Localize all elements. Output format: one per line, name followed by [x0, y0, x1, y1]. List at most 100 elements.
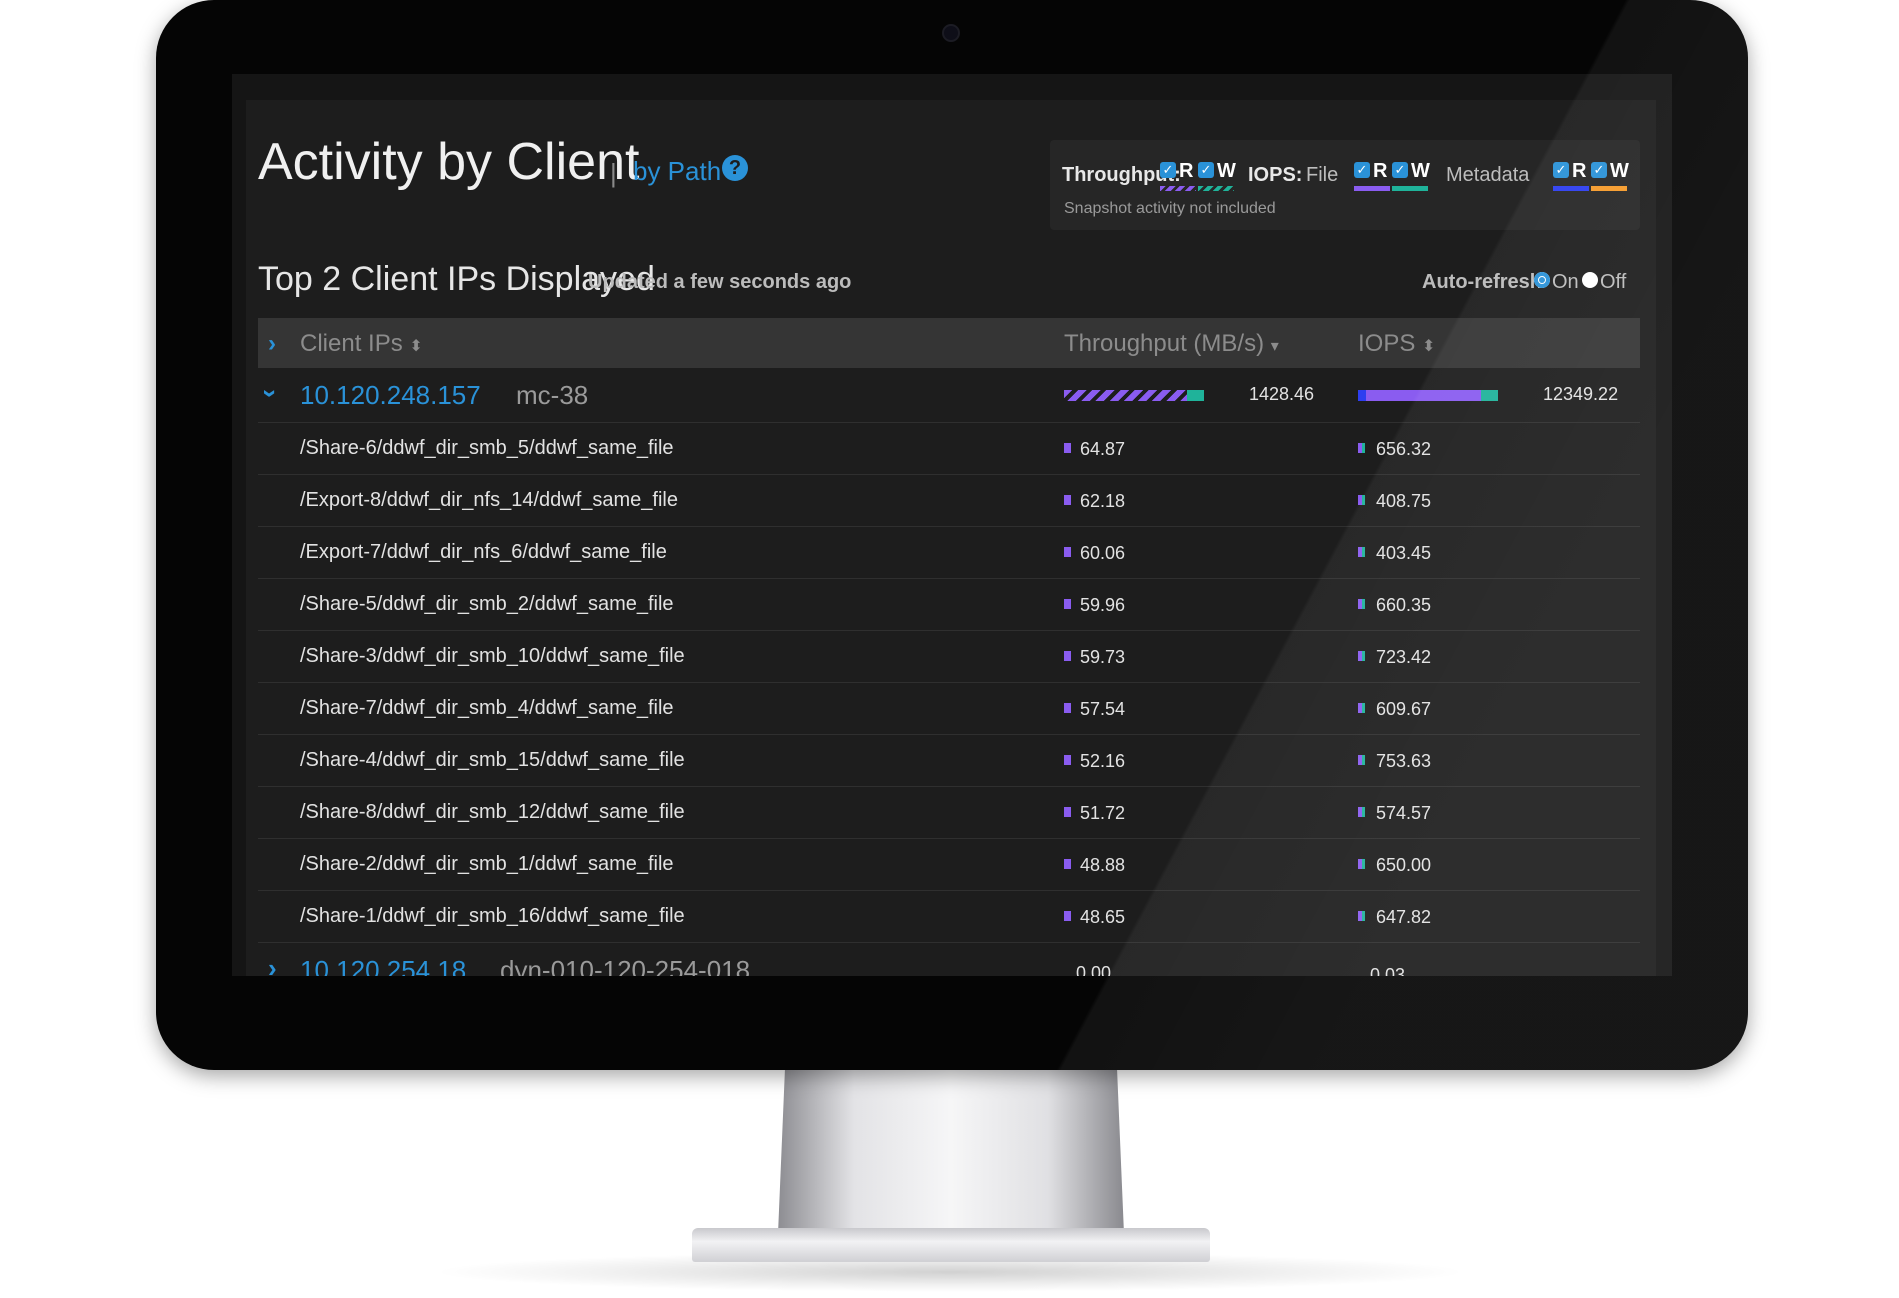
- client-hostname: dyn-010-120-254-018: [500, 955, 751, 976]
- throughput-bar: [1064, 390, 1204, 401]
- path-list: /Share-6/ddwf_dir_smb_5/ddwf_same_file 64…: [258, 423, 1640, 943]
- client-row[interactable]: › 10.120.248.157 mc-38 1428.46 12349.22: [255, 368, 1640, 423]
- path-row[interactable]: /Share-6/ddwf_dir_smb_5/ddwf_same_file 64…: [258, 423, 1640, 475]
- path-iops-value: 656.32: [1376, 439, 1432, 459]
- collapse-chevron-icon[interactable]: ›: [255, 389, 286, 398]
- path-throughput-bar: [1064, 911, 1071, 921]
- path-name: /Share-8/ddwf_dir_smb_12/ddwf_same_file: [300, 801, 685, 823]
- client-throughput-value: 1428.46: [1249, 384, 1315, 404]
- file-write-swatch: [1392, 186, 1428, 191]
- help-icon[interactable]: ?: [722, 155, 748, 181]
- path-name: /Share-2/ddwf_dir_smb_1/ddwf_same_file: [300, 853, 674, 875]
- path-name: /Share-6/ddwf_dir_smb_5/ddwf_same_file: [300, 437, 674, 459]
- path-iops-bar: [1358, 599, 1365, 609]
- path-throughput-value: 57.54: [1080, 699, 1126, 719]
- path-throughput-value: 60.06: [1080, 543, 1126, 563]
- path-iops-bar: [1358, 547, 1365, 557]
- client-activity-table: › Client IPs ⬍ Throughput (MB/s) ▾ IOPS …: [255, 318, 1640, 976]
- path-throughput-value: 51.72: [1080, 803, 1126, 823]
- path-iops-value: 660.35: [1376, 595, 1432, 615]
- client-hostname: mc-38: [516, 380, 589, 410]
- auto-refresh-off-radio[interactable]: [1582, 272, 1598, 288]
- file-write-checkbox[interactable]: ✓: [1392, 162, 1408, 178]
- camera-icon: [942, 24, 960, 42]
- path-row[interactable]: /Share-7/ddwf_dir_smb_4/ddwf_same_file 57…: [258, 683, 1640, 735]
- path-iops-value: 609.67: [1376, 699, 1432, 719]
- path-row[interactable]: /Export-7/ddwf_dir_nfs_6/ddwf_same_file 6…: [258, 527, 1640, 579]
- metadata-read-checkbox[interactable]: ✓: [1553, 162, 1569, 178]
- throughput-column-header[interactable]: Throughput (MB/s) ▾: [1064, 330, 1279, 358]
- client-ip[interactable]: 10.120.254.18: [300, 955, 466, 976]
- path-row[interactable]: /Export-8/ddwf_dir_nfs_14/ddwf_same_file…: [258, 475, 1640, 527]
- file-legend-label: File: [1306, 164, 1339, 186]
- title-separator: |: [610, 158, 617, 188]
- client-row[interactable]: › 10.120.254.18 dyn-010-120-254-018 0.00…: [258, 943, 1640, 976]
- path-row[interactable]: /Share-3/ddwf_dir_smb_10/ddwf_same_file 5…: [258, 631, 1640, 683]
- metadata-write-checkbox[interactable]: ✓: [1591, 162, 1607, 178]
- file-write-letter: W: [1411, 160, 1430, 182]
- monitor-stand-base: [692, 1228, 1210, 1262]
- throughput-write-swatch: [1198, 186, 1234, 191]
- expand-chevron-icon[interactable]: ›: [268, 953, 277, 976]
- metadata-write-letter: W: [1610, 160, 1629, 182]
- sort-desc-icon: ▾: [1270, 338, 1279, 355]
- path-throughput-value: 64.87: [1080, 439, 1126, 459]
- activity-app: Activity by Client | by Path ? Throughpu…: [246, 100, 1656, 976]
- monitor-stand-neck: [778, 1070, 1124, 1234]
- throughput-read-swatch: [1160, 186, 1196, 191]
- throughput-read-checkbox[interactable]: ✓: [1160, 162, 1176, 178]
- path-iops-value: 574.57: [1376, 803, 1432, 823]
- throughput-write-letter: W: [1217, 160, 1236, 182]
- path-row[interactable]: /Share-4/ddwf_dir_smb_15/ddwf_same_file 5…: [258, 735, 1640, 787]
- client-iops-value: 12349.22: [1543, 384, 1619, 404]
- sort-icon: ⬍: [1422, 338, 1436, 355]
- metadata-legend-label: Metadata: [1446, 164, 1530, 186]
- iops-bar: [1358, 390, 1498, 401]
- iops-column-header[interactable]: IOPS ⬍: [1358, 330, 1435, 358]
- path-iops-bar: [1358, 443, 1365, 453]
- path-row[interactable]: /Share-8/ddwf_dir_smb_12/ddwf_same_file 5…: [258, 787, 1640, 839]
- throughput-read-letter: R: [1179, 160, 1194, 182]
- path-name: /Share-4/ddwf_dir_smb_15/ddwf_same_file: [300, 749, 685, 771]
- file-read-checkbox[interactable]: ✓: [1354, 162, 1370, 178]
- path-row[interactable]: /Share-5/ddwf_dir_smb_2/ddwf_same_file 59…: [258, 579, 1640, 631]
- path-throughput-value: 52.16: [1080, 751, 1126, 771]
- path-throughput-bar: [1064, 495, 1071, 505]
- snapshot-note: Snapshot activity not included: [1064, 200, 1276, 217]
- path-throughput-value: 48.88: [1080, 855, 1126, 875]
- path-iops-value: 753.63: [1376, 751, 1432, 771]
- path-iops-bar: [1358, 911, 1365, 921]
- client-throughput-value: 0.00: [1076, 963, 1112, 976]
- metadata-read-swatch: [1553, 186, 1589, 191]
- path-row[interactable]: /Share-2/ddwf_dir_smb_1/ddwf_same_file 48…: [258, 839, 1640, 891]
- path-iops-bar: [1358, 859, 1365, 869]
- path-iops-bar: [1358, 651, 1365, 661]
- path-throughput-value: 62.18: [1080, 491, 1126, 511]
- path-throughput-value: 59.96: [1080, 595, 1126, 615]
- path-throughput-bar: [1064, 443, 1071, 453]
- throughput-write-checkbox[interactable]: ✓: [1198, 162, 1214, 178]
- auto-refresh-off-label: Off: [1600, 271, 1627, 293]
- table-header: › Client IPs ⬍ Throughput (MB/s) ▾ IOPS …: [258, 318, 1640, 368]
- metadata-write-swatch: [1591, 186, 1627, 191]
- path-name: /Share-7/ddwf_dir_smb_4/ddwf_same_file: [300, 697, 674, 719]
- path-throughput-value: 59.73: [1080, 647, 1126, 667]
- path-iops-value: 647.82: [1376, 907, 1432, 927]
- monitor-bezel: Activity by Client | by Path ? Throughpu…: [156, 0, 1748, 1070]
- path-name: /Share-3/ddwf_dir_smb_10/ddwf_same_file: [300, 645, 685, 667]
- file-read-letter: R: [1373, 160, 1388, 182]
- path-row[interactable]: /Share-1/ddwf_dir_smb_16/ddwf_same_file 4…: [258, 891, 1640, 943]
- path-throughput-bar: [1064, 651, 1071, 661]
- metadata-read-letter: R: [1572, 160, 1587, 182]
- auto-refresh-on-radio[interactable]: [1534, 272, 1550, 288]
- expand-all-chevron-icon[interactable]: ›: [268, 330, 276, 358]
- path-throughput-bar: [1064, 755, 1071, 765]
- client-ip[interactable]: 10.120.248.157: [300, 380, 481, 411]
- monitor-screen: Activity by Client | by Path ? Throughpu…: [232, 74, 1672, 976]
- path-iops-bar: [1358, 755, 1365, 765]
- path-throughput-bar: [1064, 599, 1071, 609]
- by-path-link[interactable]: by Path: [633, 156, 721, 187]
- path-throughput-bar: [1064, 807, 1071, 817]
- client-ips-column-header[interactable]: Client IPs ⬍: [300, 330, 423, 358]
- client-ips-header-label: Client IPs: [300, 330, 403, 357]
